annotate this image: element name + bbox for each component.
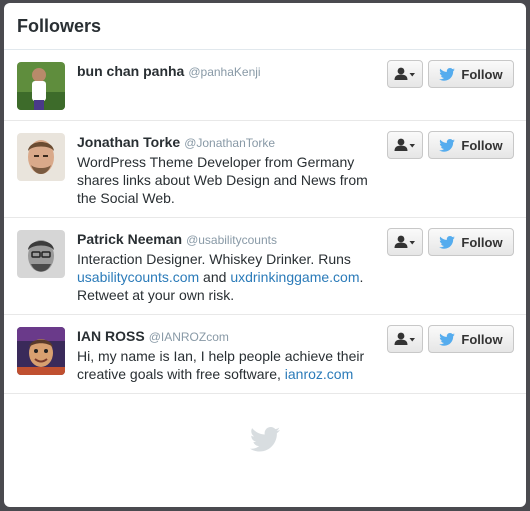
user-name[interactable]: IAN ROSS [77,328,145,344]
row-actions: Follow [387,325,514,353]
user-bio: Hi, my name is Ian, I help people achiev… [77,347,377,383]
follow-button[interactable]: Follow [428,325,514,353]
user-name[interactable]: Patrick Neeman [77,231,182,247]
avatar[interactable] [17,133,65,181]
user-menu-button[interactable] [387,131,423,159]
row-actions: Follow [387,60,514,88]
user-handle[interactable]: @panhaKenji [188,65,260,79]
avatar[interactable] [17,230,65,278]
user-handle[interactable]: @IANROZcom [149,330,229,344]
row-actions: Follow [387,228,514,256]
bio-text: Interaction Designer. Whiskey Drinker. R… [77,251,351,267]
bio-link[interactable]: ianroz.com [285,366,353,382]
bio-text: and [199,269,231,285]
user-menu-button[interactable] [387,228,423,256]
follow-button[interactable]: Follow [428,131,514,159]
panel-title: Followers [17,15,102,36]
user-name[interactable]: Jonathan Torke [77,134,180,150]
avatar[interactable] [17,327,65,375]
followers-list: bun chan panha @panhaKenji Follow Jonath… [4,50,526,394]
follower-row: IAN ROSS @IANROZcom Hi, my name is Ian, I… [4,315,526,394]
user-bio: Interaction Designer. Whiskey Drinker. R… [77,250,377,304]
user-icon [394,138,415,151]
twitter-bird-icon [439,67,456,81]
twitter-bird-icon[interactable] [250,426,280,452]
row-actions: Follow [387,131,514,159]
user-handle[interactable]: @usabilitycounts [186,233,277,247]
follow-button[interactable]: Follow [428,228,514,256]
user-icon [394,67,415,80]
follow-button[interactable]: Follow [428,60,514,88]
follow-label: Follow [461,66,503,82]
followers-panel: Followers bun chan panha @panhaKenji Fol… [4,3,526,507]
user-name[interactable]: bun chan panha [77,63,184,79]
user-icon [394,332,415,345]
user-icon [394,235,415,248]
follow-label: Follow [461,234,503,250]
follow-label: Follow [461,331,503,347]
follower-row: Jonathan Torke @JonathanTorke WordPress T… [4,121,526,218]
twitter-bird-icon [439,138,456,152]
panel-header: Followers [4,3,526,50]
twitter-bird-icon [439,332,456,346]
bio-link[interactable]: usabilitycounts.com [77,269,199,285]
user-bio: WordPress Theme Developer from Germany s… [77,153,377,207]
panel-footer [4,394,526,484]
follower-row: bun chan panha @panhaKenji Follow [4,50,526,121]
user-handle[interactable]: @JonathanTorke [184,136,275,150]
user-menu-button[interactable] [387,60,423,88]
twitter-bird-icon [439,235,456,249]
bio-link[interactable]: uxdrinkinggame.com [230,269,359,285]
bio-text: WordPress Theme Developer from Germany s… [77,154,368,206]
avatar[interactable] [17,62,65,110]
user-menu-button[interactable] [387,325,423,353]
follower-row: Patrick Neeman @usabilitycounts Interacti… [4,218,526,315]
follow-label: Follow [461,137,503,153]
